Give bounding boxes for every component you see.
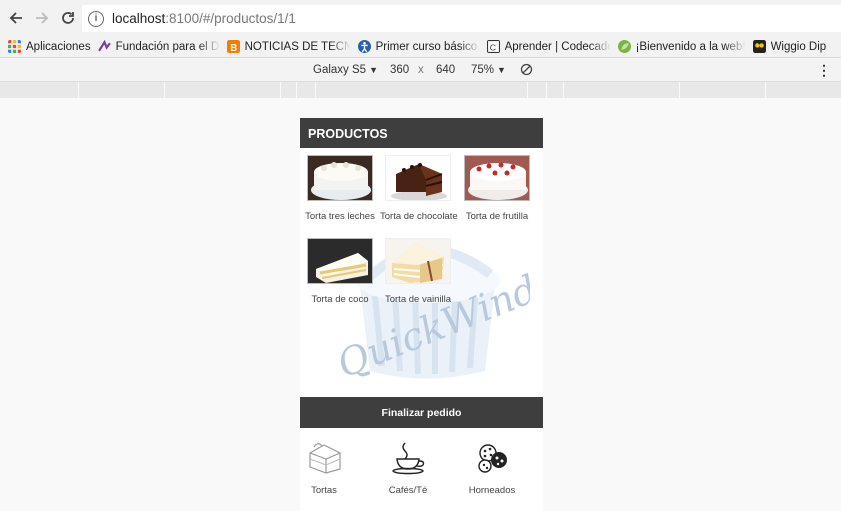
mobile-viewport: QuickWinder PRODUCTOS Torta tres leches <box>300 118 543 511</box>
bookmark-apps[interactable]: Aplicaciones <box>8 40 91 53</box>
rotate-icon <box>520 63 533 76</box>
cake-slice-icon <box>309 443 341 474</box>
device-select[interactable]: Galaxy S5 ▼ <box>313 64 378 76</box>
bookmark-wiggio[interactable]: Wiggio Dip <box>752 40 827 53</box>
coffee-cup-icon <box>392 442 425 475</box>
zoom-value: 75% <box>471 64 495 76</box>
tab-label: Horneados <box>468 485 516 496</box>
zoom-select[interactable]: 75% ▼ <box>471 64 506 76</box>
bookmark-noticias[interactable]: B NOTICIAS DE TECNOL <box>226 40 351 53</box>
page-title: PRODUCTOS <box>300 118 543 148</box>
product-image <box>307 155 373 201</box>
product-tres-leches[interactable]: Torta tres leches <box>302 155 378 222</box>
bookmark-label: Fundación para el Des <box>115 40 220 53</box>
product-chocolate[interactable]: Torta de chocolate <box>380 155 458 222</box>
width-input[interactable]: 360 <box>390 64 409 76</box>
height-input[interactable]: 640 <box>436 64 455 76</box>
accessibility-icon <box>357 40 371 53</box>
bookmark-curso[interactable]: Primer curso básico d <box>357 40 480 53</box>
product-label: Torta tres leches <box>305 211 375 222</box>
address-bar[interactable]: i localhost:8100/#/productos/1/1 <box>82 5 841 32</box>
tab-label: Tortas <box>311 485 337 496</box>
svg-text:B: B <box>230 43 237 53</box>
tab-cafes[interactable]: Cafés/Té <box>378 439 438 496</box>
product-image <box>385 155 451 201</box>
blogger-icon: B <box>226 40 240 53</box>
svg-text:C: C <box>489 42 495 52</box>
forward-button[interactable] <box>30 6 54 30</box>
more-options-icon[interactable]: ⋮ <box>817 62 831 78</box>
bookmark-label: Aplicaciones <box>26 40 91 53</box>
url-path: :8100/#/productos/1/1 <box>165 11 296 26</box>
tab-label: Cafés/Té <box>388 485 428 496</box>
product-label: Torta de coco <box>311 294 369 305</box>
chocolate-cake-icon <box>386 156 450 200</box>
url-host: localhost <box>112 11 166 26</box>
browser-toolbar: i localhost:8100/#/productos/1/1 <box>0 0 841 36</box>
bookmark-fundacion[interactable]: Fundación para el Des <box>97 40 220 53</box>
product-frutilla[interactable]: Torta de frutilla <box>459 155 535 222</box>
coconut-cake-icon <box>308 239 372 283</box>
strawberry-cake-icon <box>465 156 529 200</box>
codecademy-icon: C <box>486 40 500 53</box>
back-arrow-icon <box>9 12 22 24</box>
browser-window: i localhost:8100/#/productos/1/1 Aplicac… <box>0 0 841 511</box>
product-coco[interactable]: Torta de coco <box>302 238 378 305</box>
bookmark-label: ¡Bienvenido a la web! <box>635 40 746 53</box>
site-info-icon[interactable]: i <box>88 10 104 27</box>
forward-arrow-icon <box>36 12 49 24</box>
media-query-bar[interactable] <box>0 82 841 98</box>
bookmark-label: NOTICIAS DE TECNOL <box>244 40 351 53</box>
rotate-button[interactable] <box>520 63 533 79</box>
wiggio-icon <box>752 40 766 53</box>
bookmarks-bar: Aplicaciones Fundación para el Des B NOT… <box>0 36 841 58</box>
product-vainilla[interactable]: Torta de vainilla <box>380 238 456 305</box>
tab-horneados[interactable]: Horneados <box>462 439 522 496</box>
product-image <box>385 238 451 284</box>
bookmark-label: Wiggio Dip <box>770 40 827 53</box>
apps-grid-icon <box>8 40 21 53</box>
product-image <box>307 238 373 284</box>
product-label: Torta de chocolate <box>380 211 458 222</box>
cookies-icon <box>478 444 507 473</box>
fundacion-icon <box>97 40 111 52</box>
finalize-order-button[interactable]: Finalizar pedido <box>300 397 543 428</box>
bookmark-codecademy[interactable]: C Aprender | Codecade <box>486 40 611 53</box>
product-image <box>464 155 530 201</box>
tres-leches-cake-icon <box>308 156 372 200</box>
vanilla-cake-icon <box>386 239 450 283</box>
product-label: Torta de frutilla <box>465 211 529 222</box>
product-label: Torta de vainilla <box>384 294 451 305</box>
leaf-icon <box>617 40 631 53</box>
reload-button[interactable] <box>56 6 80 30</box>
device-toolbar: Galaxy S5 ▼ 360 x 640 75% ▼ ⋮ <box>0 59 841 82</box>
dropdown-caret-icon: ▼ <box>497 65 506 75</box>
tab-tortas[interactable]: Tortas <box>300 439 354 496</box>
back-button[interactable] <box>4 6 28 30</box>
reload-icon <box>62 12 74 24</box>
device-name: Galaxy S5 <box>313 64 367 76</box>
dimension-separator: x <box>418 64 424 76</box>
dropdown-caret-icon: ▼ <box>369 65 378 75</box>
bookmark-bienvenido[interactable]: ¡Bienvenido a la web! <box>617 40 746 53</box>
bookmark-label: Primer curso básico d <box>375 40 480 53</box>
bookmark-label: Aprender | Codecade <box>504 40 611 53</box>
